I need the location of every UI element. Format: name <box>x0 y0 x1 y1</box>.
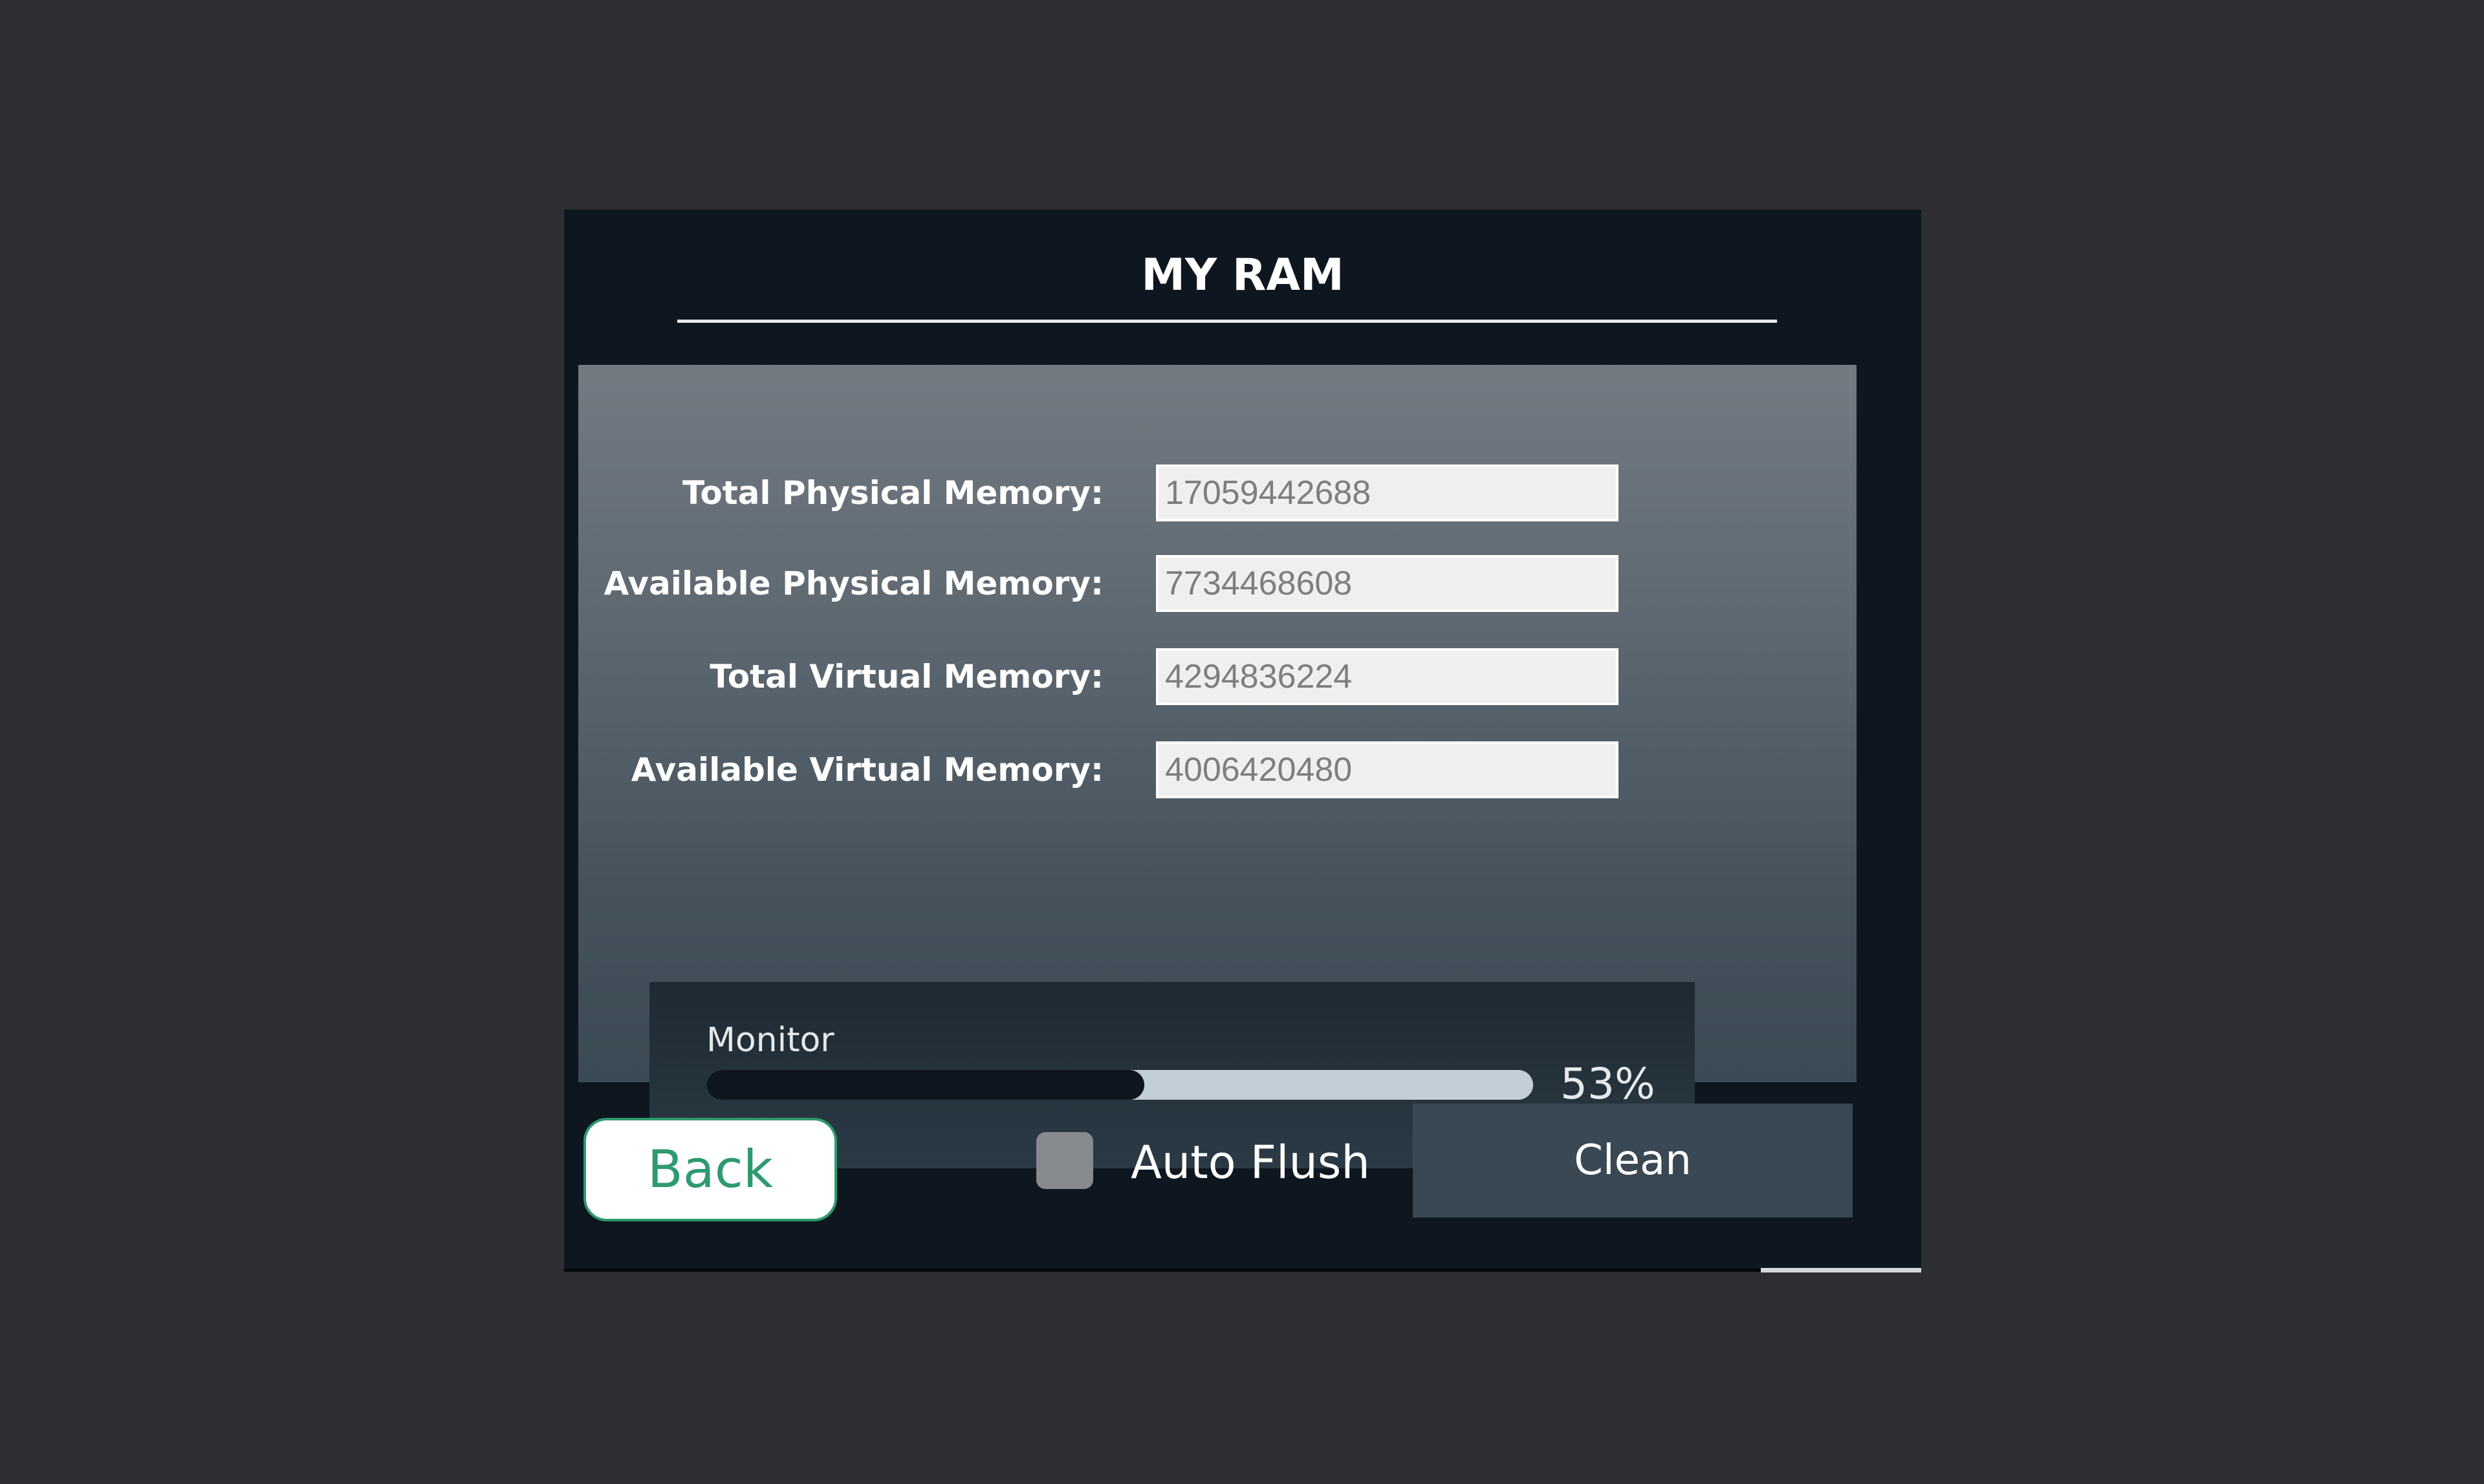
window-resize-indicator <box>1761 1268 1921 1272</box>
memory-info-panel: Total Physical Memory: Available Physica… <box>578 365 1857 1168</box>
available-physical-memory-field[interactable] <box>1156 555 1618 612</box>
window-title: MY RAM <box>1141 250 1344 301</box>
total-physical-memory-field[interactable] <box>1156 464 1618 521</box>
available-virtual-memory-field[interactable] <box>1156 741 1618 798</box>
app-window: MY RAM Total Physical Memory: Available … <box>564 210 1921 1272</box>
available-physical-memory-label: Available Physical Memory: <box>604 565 1104 602</box>
total-physical-memory-label: Total Physical Memory: <box>682 474 1104 512</box>
auto-flush-checkbox[interactable] <box>1036 1132 1093 1189</box>
monitor-label: Monitor <box>706 1021 834 1060</box>
auto-flush-label[interactable]: Auto Flush <box>1131 1133 1370 1192</box>
memory-usage-progress-bar <box>706 1070 1533 1100</box>
total-virtual-memory-label: Total Virtual Memory: <box>710 658 1104 695</box>
clean-button[interactable]: Clean <box>1413 1104 1853 1217</box>
total-virtual-memory-field[interactable] <box>1156 648 1618 705</box>
back-button[interactable]: Back <box>583 1118 837 1221</box>
memory-usage-progress-fill <box>706 1070 1145 1100</box>
available-virtual-memory-label: Available Virtual Memory: <box>631 751 1104 789</box>
title-divider <box>677 320 1777 323</box>
memory-usage-percent: 53% <box>1560 1059 1655 1109</box>
window-bottom-border <box>564 1269 1761 1272</box>
